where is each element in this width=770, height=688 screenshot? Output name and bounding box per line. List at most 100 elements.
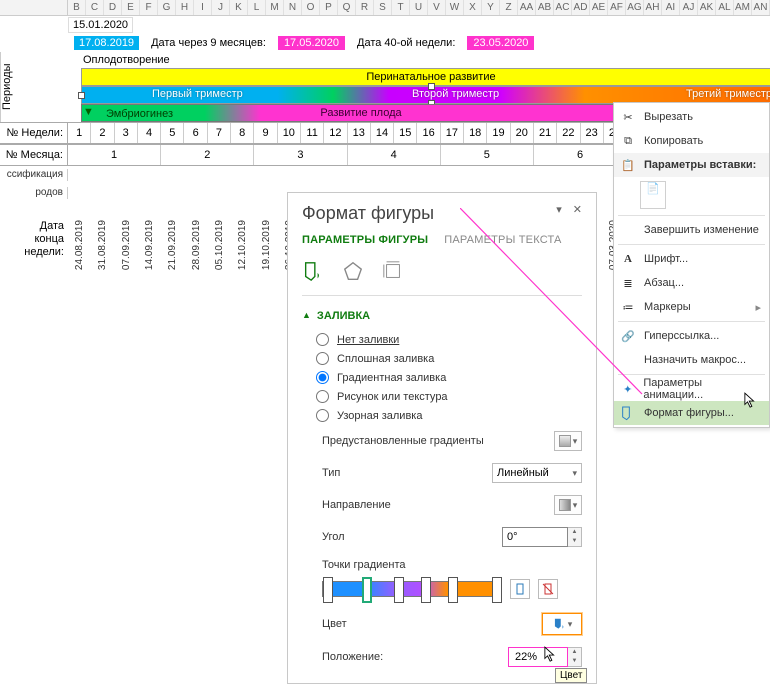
month-cell: 3	[254, 145, 347, 165]
col-Y[interactable]: Y	[482, 0, 500, 15]
week-end-date: 24.08.2019	[68, 220, 91, 273]
col-AE[interactable]: AE	[590, 0, 608, 15]
week-cell: 10	[278, 123, 301, 143]
mi-paste-hdr: 📋Параметры вставки:	[614, 153, 769, 177]
perinatal-bar[interactable]: Перинатальное развитие	[81, 68, 770, 86]
week-cell: 17	[441, 123, 464, 143]
col-S[interactable]: S	[374, 0, 392, 15]
fill-line-icon[interactable]	[302, 260, 324, 285]
mi-para[interactable]: ≣Абзац...	[614, 271, 769, 295]
remove-stop-button[interactable]	[538, 579, 558, 599]
mi-font[interactable]: AШрифт...	[614, 247, 769, 271]
col-V[interactable]: V	[428, 0, 446, 15]
tab-shape-options[interactable]: ПАРАМЕТРЫ ФИГУРЫ	[302, 234, 428, 246]
periods-label: Периоды	[0, 52, 13, 122]
radio-picture-fill[interactable]: Рисунок или текстура	[302, 387, 582, 406]
position-input[interactable]: 22%	[508, 647, 568, 667]
gradient-track[interactable]	[322, 581, 502, 597]
mi-anim[interactable]: ✦Параметры анимации...	[614, 377, 769, 401]
tooltip-color: Цвет	[555, 668, 587, 683]
col-G[interactable]: G	[158, 0, 176, 15]
col-AI[interactable]: AI	[662, 0, 680, 15]
date-top[interactable]: 15.01.2020	[68, 17, 133, 33]
position-spinner[interactable]: ▲▼	[568, 647, 582, 667]
mi-finish[interactable]: Завершить изменение	[614, 218, 769, 242]
col-N[interactable]: N	[284, 0, 302, 15]
col-AL[interactable]: AL	[716, 0, 734, 15]
col-AJ[interactable]: AJ	[680, 0, 698, 15]
col-R[interactable]: R	[356, 0, 374, 15]
col-AD[interactable]: AD	[572, 0, 590, 15]
mi-copy[interactable]: ⧉Копировать	[614, 129, 769, 153]
col-AG[interactable]: AG	[626, 0, 644, 15]
col-C[interactable]: C	[86, 0, 104, 15]
col-B[interactable]: B	[68, 0, 86, 15]
development-bar[interactable]: Эмбриогинез Развитие плода	[81, 104, 641, 122]
mi-hyper[interactable]: 🔗Гиперссылка...	[614, 324, 769, 348]
radio-no-fill[interactable]: Нет заливки	[302, 330, 582, 349]
radio-gradient-fill[interactable]: Градиентная заливка	[302, 368, 582, 387]
pane-close-icon[interactable]: ✕	[569, 204, 586, 216]
mi-cut[interactable]: ✂Вырезать	[614, 105, 769, 129]
col-O[interactable]: O	[302, 0, 320, 15]
radio-solid-fill[interactable]: Сплошная заливка	[302, 349, 582, 368]
angle-input[interactable]: 0°	[502, 527, 568, 547]
size-props-icon[interactable]	[382, 260, 404, 285]
mi-bullets[interactable]: ≔Маркеры▸	[614, 295, 769, 319]
col-I[interactable]: I	[194, 0, 212, 15]
col-W[interactable]: W	[446, 0, 464, 15]
label-position: Положение:	[322, 651, 508, 663]
week-end-date: 31.08.2019	[91, 220, 114, 273]
week-cell: 3	[115, 123, 138, 143]
month-cell: 5	[441, 145, 534, 165]
week-cell: 1	[68, 123, 91, 143]
date-blue[interactable]: 17.08.2019	[74, 36, 139, 50]
col-E[interactable]: E	[122, 0, 140, 15]
col-AN[interactable]: AN	[752, 0, 770, 15]
col-K[interactable]: K	[230, 0, 248, 15]
label-preset: Предустановленные градиенты	[322, 435, 554, 447]
color-picker-button[interactable]: ▾	[542, 613, 582, 635]
mi-format-shape[interactable]: Формат фигуры...	[614, 401, 769, 425]
col-J[interactable]: J	[212, 0, 230, 15]
type-dropdown[interactable]: Линейный	[492, 463, 582, 483]
tab-text-options[interactable]: ПАРАМЕТРЫ ТЕКСТА	[444, 234, 561, 246]
section-fill[interactable]: ЗАЛИВКА	[302, 310, 582, 322]
col-AH[interactable]: AH	[644, 0, 662, 15]
col-H[interactable]: H	[176, 0, 194, 15]
direction-dd[interactable]: ▾	[554, 495, 582, 515]
pane-menu-icon[interactable]: ▾	[552, 204, 566, 216]
week-end-date: 05.10.2019	[208, 220, 231, 273]
pane-controls: ▾ ✕	[552, 203, 586, 216]
mi-macro[interactable]: Назначить макрос...	[614, 348, 769, 372]
col-T[interactable]: T	[392, 0, 410, 15]
col-X[interactable]: X	[464, 0, 482, 15]
angle-spinner[interactable]: ▲▼	[568, 527, 582, 547]
add-stop-button[interactable]	[510, 579, 530, 599]
col-AF[interactable]: AF	[608, 0, 626, 15]
col-Q[interactable]: Q	[338, 0, 356, 15]
col-D[interactable]: D	[104, 0, 122, 15]
col-AC[interactable]: AC	[554, 0, 572, 15]
col-AK[interactable]: AK	[698, 0, 716, 15]
col-U[interactable]: U	[410, 0, 428, 15]
col-L[interactable]: L	[248, 0, 266, 15]
paste-option[interactable]: 📄	[640, 181, 666, 209]
week-cell: 14	[371, 123, 394, 143]
date-9mo: 17.05.2020	[278, 36, 345, 50]
col-AM[interactable]: AM	[734, 0, 752, 15]
preset-gradient-dd[interactable]: ▾	[554, 431, 582, 451]
col-AA[interactable]: AA	[518, 0, 536, 15]
col-Z[interactable]: Z	[500, 0, 518, 15]
col-M[interactable]: M	[266, 0, 284, 15]
radio-pattern-fill[interactable]: Узорная заливка	[302, 406, 582, 425]
paste-icon: 📋	[618, 156, 638, 174]
date-40w: 23.05.2020	[467, 36, 534, 50]
col-F[interactable]: F	[140, 0, 158, 15]
week-cell: 15	[394, 123, 417, 143]
col-P[interactable]: P	[320, 0, 338, 15]
effects-icon[interactable]	[342, 260, 364, 285]
week-cell: 23	[581, 123, 604, 143]
col-AB[interactable]: AB	[536, 0, 554, 15]
week-end-date: 14.09.2019	[138, 220, 161, 273]
